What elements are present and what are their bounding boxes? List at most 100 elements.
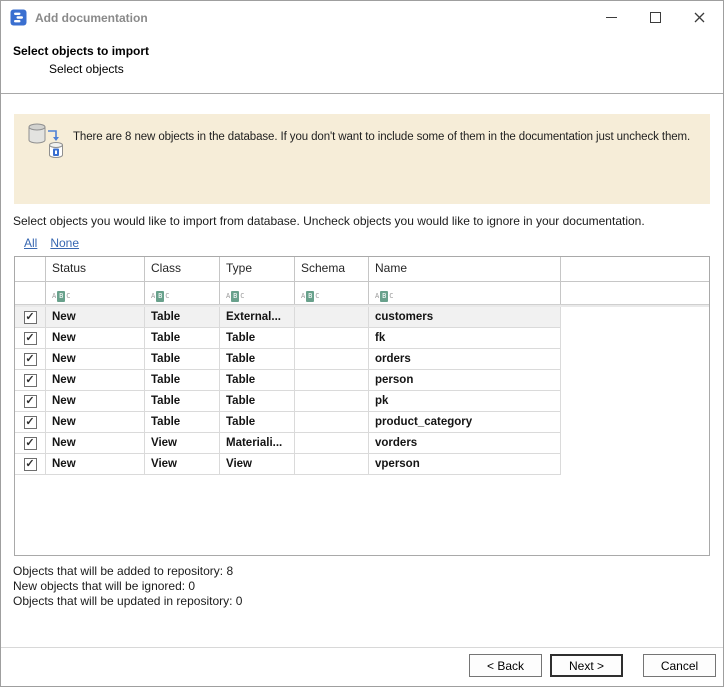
filter-letter-b: B — [380, 291, 388, 302]
cell-class: Table — [145, 412, 220, 433]
cell-type: Materiali... — [220, 433, 295, 454]
cell-status: New — [46, 307, 145, 328]
table-row[interactable]: ✓NewTableTablefk — [15, 328, 709, 349]
select-none-link[interactable]: None — [50, 236, 79, 251]
row-checkbox[interactable]: ✓ — [24, 395, 37, 408]
cell-name: orders — [369, 349, 561, 370]
text-filter-icon: ABC — [52, 291, 70, 302]
window-title: Add documentation — [35, 11, 589, 25]
row-checkbox-cell: ✓ — [15, 454, 46, 475]
summary-ignored-line: New objects that will be ignored: 0 — [13, 579, 723, 594]
cell-type: Table — [220, 412, 295, 433]
row-checkbox-cell: ✓ — [15, 307, 46, 328]
text-filter-icon: ABC — [301, 291, 319, 302]
filter-letter-c: C — [240, 293, 244, 300]
cell-type: External... — [220, 307, 295, 328]
table-row[interactable]: ✓ NewTableExternal... customers — [15, 307, 709, 328]
table-row[interactable]: ✓ NewViewMateriali... vorders — [15, 433, 709, 454]
selection-links: All None — [24, 236, 723, 251]
select-all-link[interactable]: All — [24, 236, 37, 251]
filter-letter-b: B — [156, 291, 164, 302]
close-button[interactable] — [677, 1, 721, 34]
grid-body: ✓NewTableExternal...customers✓NewTableTa… — [15, 307, 709, 475]
cell-type: Table — [220, 370, 295, 391]
table-row[interactable]: ✓NewTableTableorders — [15, 349, 709, 370]
import-summary: Objects that will be added to repository… — [13, 564, 723, 609]
summary-added-line: Objects that will be added to repository… — [13, 564, 723, 579]
next-button[interactable]: Next > — [550, 654, 623, 677]
table-row[interactable]: ✓NewTableTableperson — [15, 370, 709, 391]
filter-letter-a: A — [226, 293, 230, 300]
filter-letter-b: B — [231, 291, 239, 302]
row-checkbox-cell: ✓ — [15, 433, 46, 454]
grid-header-row: StatusClassTypeSchemaName — [15, 257, 709, 282]
cell-name: customers — [369, 307, 561, 328]
row-checkbox[interactable]: ✓ — [24, 374, 37, 387]
row-checkbox[interactable]: ✓ — [24, 437, 37, 450]
table-row[interactable]: ✓NewViewViewvperson — [15, 454, 709, 475]
column-header-schema[interactable]: Schema — [295, 257, 369, 281]
cell-schema — [295, 391, 369, 412]
maximize-icon — [650, 12, 661, 23]
maximize-button[interactable] — [633, 1, 677, 34]
cell-type: View — [220, 454, 295, 475]
cell-class: Table — [145, 349, 220, 370]
filter-checkbox-cell — [15, 282, 46, 304]
cell-class: View — [145, 454, 220, 475]
cell-class: Table — [145, 328, 220, 349]
info-banner: There are 8 new objects in the database.… — [14, 114, 710, 204]
cell-status: New — [46, 454, 145, 475]
cell-name: vorders — [369, 433, 561, 454]
cell-status: New — [46, 433, 145, 454]
cell-schema — [295, 454, 369, 475]
row-checkbox[interactable]: ✓ — [24, 458, 37, 471]
row-checkbox-cell: ✓ — [15, 412, 46, 433]
filter-letter-b: B — [306, 291, 314, 302]
cell-class: View — [145, 433, 220, 454]
summary-updated-line: Objects that will be updated in reposito… — [13, 594, 723, 609]
filter-cell-type[interactable]: ABC — [220, 282, 295, 304]
titlebar: Add documentation — [1, 1, 723, 34]
row-checkbox[interactable]: ✓ — [24, 311, 37, 324]
row-checkbox[interactable]: ✓ — [24, 332, 37, 345]
checkbox-column-header — [15, 257, 46, 281]
cell-type: Table — [220, 391, 295, 412]
table-row[interactable]: ✓NewTableTablepk — [15, 391, 709, 412]
minimize-button[interactable] — [589, 1, 633, 34]
filter-letter-c: C — [315, 293, 319, 300]
window-controls — [589, 1, 721, 34]
filter-cell-name[interactable]: ABC — [369, 282, 561, 304]
filter-letter-b: B — [57, 291, 65, 302]
column-header-class[interactable]: Class — [145, 257, 220, 281]
footer-bar: < Back Next > Cancel — [1, 647, 723, 686]
row-checkbox[interactable]: ✓ — [24, 416, 37, 429]
cell-name: pk — [369, 391, 561, 412]
filter-letter-c: C — [66, 293, 70, 300]
filter-cell-status[interactable]: ABC — [46, 282, 145, 304]
grid-filter-row: ABCABCABCABCABC — [15, 282, 709, 304]
close-icon — [694, 12, 705, 23]
row-checkbox-cell: ✓ — [15, 328, 46, 349]
row-checkbox[interactable]: ✓ — [24, 353, 37, 366]
column-header-name[interactable]: Name — [369, 257, 561, 281]
cell-class: Table — [145, 307, 220, 328]
cell-schema — [295, 370, 369, 391]
filter-cell-schema[interactable]: ABC — [295, 282, 369, 304]
column-header-status[interactable]: Status — [46, 257, 145, 281]
table-row[interactable]: ✓NewTableTableproduct_category — [15, 412, 709, 433]
step-subtitle: Select objects — [49, 62, 711, 77]
back-button[interactable]: < Back — [469, 654, 542, 677]
step-title: Select objects to import — [13, 43, 711, 59]
filter-letter-a: A — [375, 293, 379, 300]
banner-message: There are 8 new objects in the database.… — [73, 130, 690, 145]
column-header-type[interactable]: Type — [220, 257, 295, 281]
cell-name: product_category — [369, 412, 561, 433]
cancel-button[interactable]: Cancel — [643, 654, 716, 677]
cell-schema — [295, 349, 369, 370]
cell-name: fk — [369, 328, 561, 349]
wizard-step-header: Select objects to import Select objects — [1, 34, 723, 94]
text-filter-icon: ABC — [375, 291, 393, 302]
row-checkbox-cell: ✓ — [15, 370, 46, 391]
cell-schema — [295, 433, 369, 454]
filter-cell-class[interactable]: ABC — [145, 282, 220, 304]
